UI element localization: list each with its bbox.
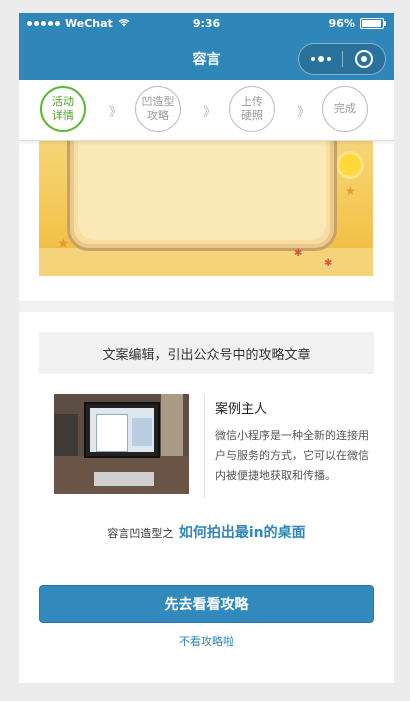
sand-decoration [39,248,373,276]
crab-icon: ✱ [294,248,303,259]
battery-percent: 96% [328,17,355,30]
skip-guide-link[interactable]: 不看攻略啦 [19,633,394,649]
battery-group: 96% [328,17,386,30]
starfish-icon: ★ [345,184,356,198]
step-activity-details[interactable]: 活动 详情 [40,86,86,132]
case-description: 微信小程序是一种全新的连接用户与服务的方式，它可以在微信内被便捷地获取和传播。 [215,429,369,482]
more-dots-icon[interactable] [299,56,342,62]
step-label: 凹造型 攻略 [141,95,175,122]
step-arrow-icon: 》 [297,105,311,120]
nav-bar: 容言 [19,35,394,80]
step-label: 活动 详情 [52,95,74,122]
battery-icon [360,18,386,29]
status-bar: WeChat 9:36 96% [19,13,394,35]
guide-subtitle-prefix: 容言凹造型之 [107,527,174,540]
step-label: 上传 硬照 [241,95,263,122]
step-pose-guide[interactable]: 凹造型 攻略 [135,86,181,132]
step-complete[interactable]: 完成 [322,86,368,132]
guide-article-link[interactable]: 如何拍出最in的桌面 [179,525,306,541]
step-arrow-icon: 》 [203,105,217,120]
target-circle-icon [355,50,373,68]
article-banner[interactable]: 文案编辑，引出公众号中的攻略文章 [39,332,374,374]
view-guide-button[interactable]: 先去看看攻略 [39,585,374,623]
starfish-icon: ★ [57,236,70,252]
case-owner-title: 案例主人 [215,402,268,417]
step-progress: 活动 详情 》 凹造型 攻略 》 上传 硬照 》 完成 [19,80,394,141]
vertical-divider [204,394,205,498]
step-upload-photo[interactable]: 上传 硬照 [229,86,275,132]
hero-image: ★ ✱ ✱ ★ [39,140,373,276]
case-photo[interactable] [54,394,189,494]
close-miniprogram-button[interactable] [343,50,385,68]
miniprogram-capsule [298,43,386,75]
step-label: 完成 [334,102,356,115]
sign-board [67,140,337,251]
guide-card: 文案编辑，引出公众号中的攻略文章 案例主人 微信小程序是一种全新的连接用户与服务… [19,312,394,683]
step-arrow-icon: 》 [109,105,123,120]
sun-decoration [339,154,361,176]
phone-frame: WeChat 9:36 96% 容言 活动 详情 》 凹造型 攻略 》 上传 硬… [19,13,394,683]
hero-card: ★ ✱ ✱ ★ [19,140,394,301]
guide-subtitle: 容言凹造型之 如何拍出最in的桌面 [19,522,394,542]
crab-icon: ✱ [324,258,333,269]
